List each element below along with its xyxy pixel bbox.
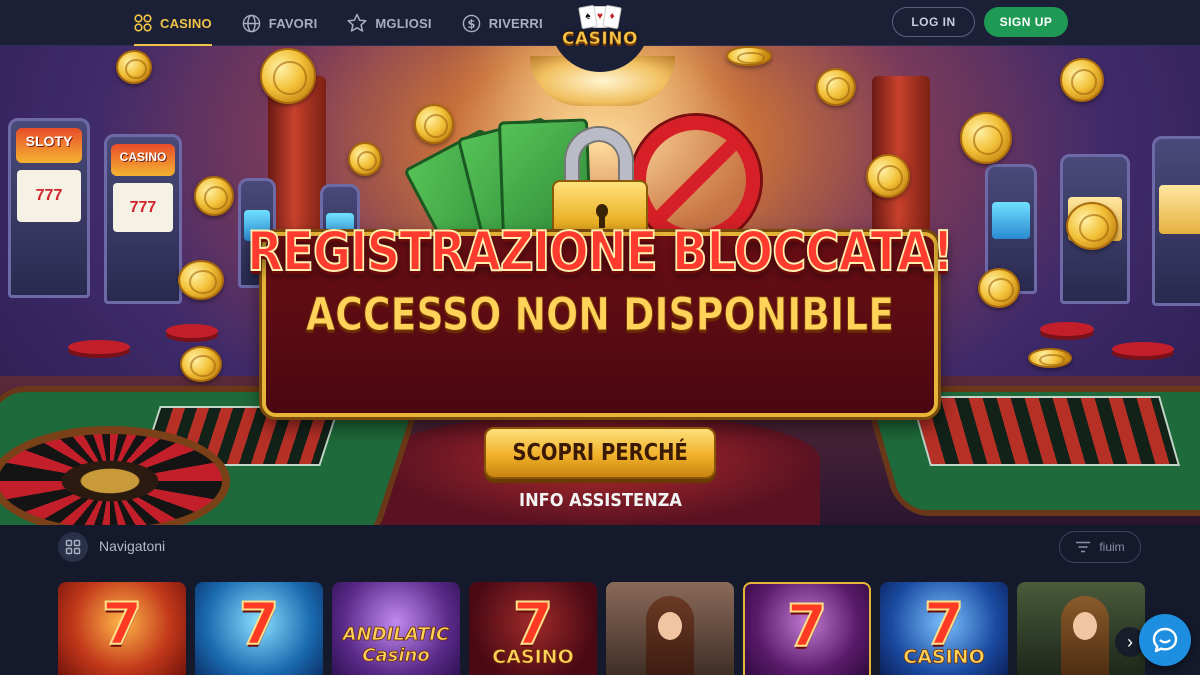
slot-sign: CASINO xyxy=(111,143,175,177)
nav-label: MGLIOSI xyxy=(375,15,432,31)
tile-label: ANDILATIC Casino xyxy=(342,624,450,667)
bar-stool xyxy=(68,340,130,354)
section-title: Navigatoni xyxy=(99,538,166,554)
tile-big-number: 7 xyxy=(238,589,280,659)
help-info-label: INFO ASSISTENZA xyxy=(518,490,682,511)
gold-coin-icon xyxy=(194,176,234,216)
nav-label: FAVORI xyxy=(268,15,318,31)
slot-sign: SLOTY xyxy=(15,127,83,163)
roulette-grid-right xyxy=(909,396,1181,466)
slot-reels: 777 xyxy=(17,169,81,222)
filter-icon xyxy=(1076,541,1091,553)
nav-item-favori[interactable]: FAVORI xyxy=(242,0,318,46)
gold-coin-icon xyxy=(866,154,910,198)
grid-icon xyxy=(134,14,152,32)
discover-why-button[interactable]: SCOPRI PERCHÉ xyxy=(484,427,716,479)
gold-coin-icon xyxy=(348,142,382,176)
game-tile[interactable]: ANDILATIC Casino xyxy=(332,582,460,675)
blocked-title: REGISTRAZIONE BLOCCATA! xyxy=(246,219,954,284)
filter-label: fiuim xyxy=(1099,540,1125,554)
tile-label: CASINO xyxy=(903,646,985,669)
game-tile[interactable]: 7 xyxy=(58,582,186,675)
logo-text: CASINO xyxy=(562,29,638,50)
dollar-coin-icon: $ xyxy=(462,14,480,32)
gold-coin-icon xyxy=(1060,58,1104,102)
game-tile[interactable]: 7 CASINO xyxy=(469,582,597,675)
gold-coin-icon xyxy=(180,346,222,382)
chat-bubble-icon xyxy=(1152,627,1178,653)
playing-cards-icon: ♠ ♥ ♦ xyxy=(578,4,622,30)
discover-why-label: SCOPRI PERCHÉ xyxy=(512,440,688,466)
filter-button[interactable]: fiuim xyxy=(1059,531,1141,563)
character-portrait xyxy=(646,596,694,675)
star-icon xyxy=(347,13,367,32)
game-tile[interactable]: 7 xyxy=(195,582,323,675)
casino-page: SLOTY 777 CASINO 777 REGISTRAZIONE BLOCC… xyxy=(0,0,1200,675)
gold-coin-icon xyxy=(816,68,856,106)
character-portrait xyxy=(1061,596,1109,675)
nav-item-casino[interactable]: CASINO xyxy=(134,0,212,46)
nav-label: RIVERRI xyxy=(488,15,543,31)
chat-support-button[interactable] xyxy=(1139,614,1191,666)
signup-button[interactable]: SIGN UP xyxy=(984,7,1068,37)
nav-label: CASINO xyxy=(160,15,212,31)
main-nav: CASINO FAVORI MGLIOSI $ RIVERRI xyxy=(134,0,573,46)
game-tile[interactable] xyxy=(606,582,734,675)
gold-coin-icon xyxy=(726,46,772,66)
bar-stool xyxy=(1112,342,1174,356)
nav-item-mgliosi[interactable]: MGLIOSI xyxy=(347,0,432,46)
gold-coin-icon xyxy=(960,112,1012,164)
game-tiles: 7 7 ANDILATIC Casino 7 CASINO 7 7 CASINO xyxy=(58,582,1154,675)
tile-big-number: 7 xyxy=(101,589,143,659)
section-grid-icon xyxy=(58,532,88,562)
game-tile[interactable]: 7 xyxy=(743,582,871,675)
slot-machine xyxy=(1152,136,1200,306)
svg-text:$: $ xyxy=(467,16,475,30)
gold-coin-icon xyxy=(1028,348,1072,368)
tile-label: CASINO xyxy=(492,646,574,669)
nav-item-riverri[interactable]: $ RIVERRI xyxy=(462,0,543,46)
blocked-subtitle: ACCESSO NON DISPONIBILE xyxy=(305,288,895,342)
gold-coin-icon xyxy=(414,104,454,144)
help-info-link[interactable]: INFO ASSISTENZA xyxy=(500,490,700,511)
gold-coin-icon xyxy=(116,50,152,84)
tile-big-number: 7 xyxy=(786,591,828,661)
login-button[interactable]: LOG IN xyxy=(892,7,975,37)
gold-coin-icon xyxy=(260,48,316,104)
game-tile[interactable]: 7 CASINO xyxy=(880,582,1008,675)
globe-icon xyxy=(242,14,261,32)
slot-machine: SLOTY 777 xyxy=(8,118,90,298)
